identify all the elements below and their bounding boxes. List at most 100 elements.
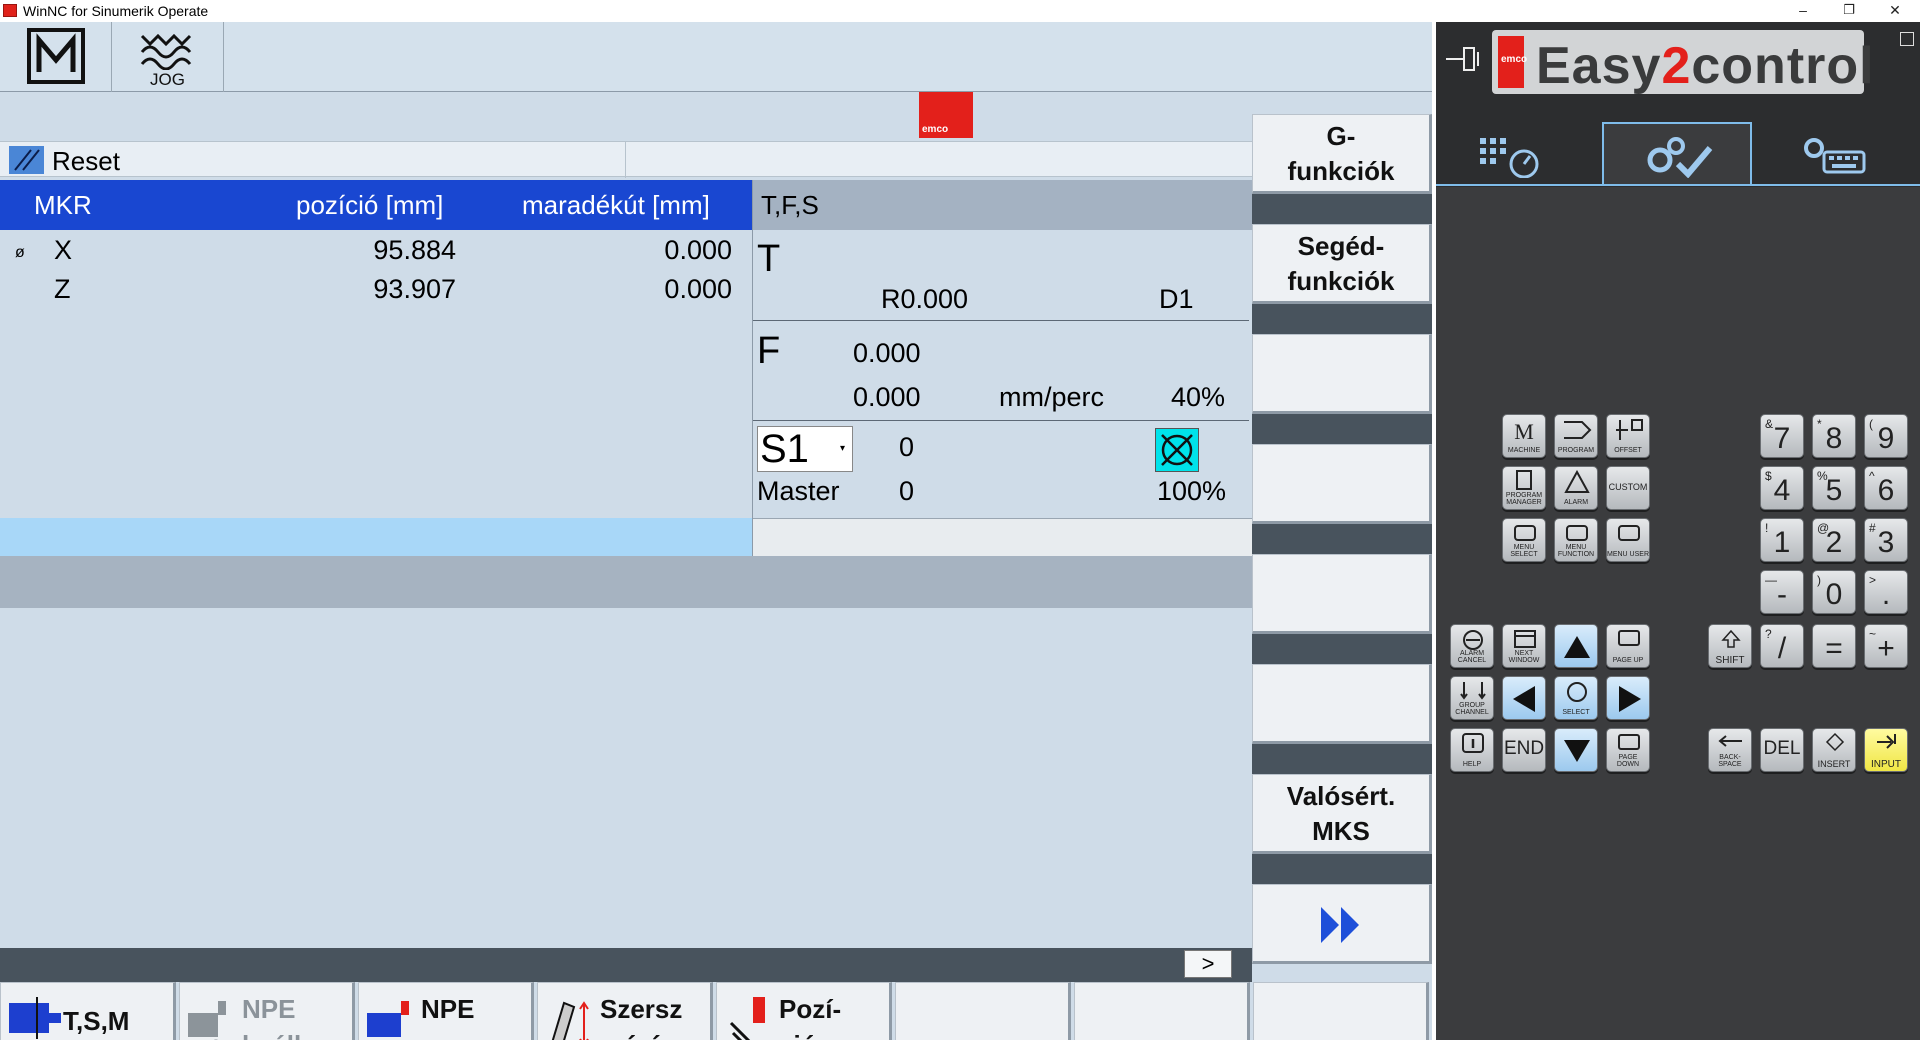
help-key[interactable]: HELP (1450, 728, 1494, 772)
alarm-key[interactable]: ALARM (1554, 466, 1598, 510)
softkey-label: funkciók (1287, 156, 1395, 186)
cursor-down-key[interactable] (1554, 728, 1598, 772)
feed-unit: mm/perc (999, 382, 1105, 412)
page-down-key[interactable]: PAGE DOWN (1606, 728, 1650, 772)
program-key[interactable]: PROGRAM (1554, 414, 1598, 458)
key-equals[interactable]: = (1812, 624, 1856, 668)
page-up-icon (1618, 630, 1640, 646)
header-position: pozíció [mm] (296, 190, 444, 220)
softkey-empty-5[interactable] (1252, 554, 1432, 634)
insert-key[interactable]: INSERT (1812, 728, 1856, 772)
key-label: PROGRAM MANAGER (1505, 492, 1543, 506)
axis-table-header: MKR pozíció [mm] maradékút [mm] (0, 180, 752, 230)
softkey-tool-measure[interactable]: Szersz mérés (537, 982, 713, 1040)
cursor-left-key[interactable] (1502, 676, 1546, 720)
channel-status-row: Reset (0, 141, 1252, 178)
softkey-label-block: NPE szersz (421, 991, 501, 1040)
alarm-cancel-icon (1463, 630, 1483, 650)
softkey-actual-values-mks[interactable]: Valósért. MKS (1252, 774, 1432, 854)
key-2[interactable]: @2 (1812, 518, 1856, 562)
softkey-label: T,S,M (63, 1006, 130, 1036)
key-label: SHIFT (1715, 655, 1745, 666)
minimize-button[interactable]: – (1780, 0, 1826, 22)
restore-button[interactable]: ❐ (1826, 0, 1872, 22)
tfs-divider (753, 420, 1249, 421)
del-key[interactable]: DEL (1760, 728, 1804, 772)
panel-restore-icon[interactable] (1900, 32, 1914, 46)
menu-function-key[interactable]: MENU FUNCTION (1554, 518, 1598, 562)
key-1[interactable]: ! 1 (1760, 518, 1804, 562)
softkey-empty-h8[interactable] (1253, 982, 1429, 1040)
key-label: DEL (1763, 738, 1801, 759)
key-7[interactable]: & 7 (1760, 414, 1804, 458)
softkey-next-vertical[interactable] (1252, 884, 1432, 964)
tab-machine-panel[interactable] (1438, 122, 1588, 186)
softkey-label-block: Szersz mérés (600, 991, 682, 1040)
offset-key[interactable]: OFFSET (1606, 414, 1650, 458)
softkey-empty-3[interactable] (1252, 334, 1432, 414)
group-channel-key[interactable]: GROUP CHANNEL (1450, 676, 1494, 720)
softkey-empty-6[interactable] (1252, 664, 1432, 744)
key-3[interactable]: #3 (1864, 518, 1908, 562)
custom-key[interactable]: CUSTOM (1606, 466, 1650, 510)
softkey-position[interactable]: Pozí-ció (716, 982, 892, 1040)
select-key[interactable]: SELECT (1554, 676, 1598, 720)
cursor-up-key[interactable] (1554, 624, 1598, 668)
key-minus[interactable]: — - (1760, 570, 1804, 614)
zero-offset-icon: 2ø (188, 1001, 229, 1040)
key-5[interactable]: % 5 (1812, 466, 1856, 510)
close-button[interactable]: ✕ (1872, 0, 1918, 22)
more-horizontal-softkeys-button[interactable]: > (1184, 950, 1232, 978)
horizontal-softkey-bar: T,S,M 2ø NPE beáll. ø NPE szersz Szersz mér… (0, 982, 1432, 1040)
key-8[interactable]: * 8 (1812, 414, 1856, 458)
backspace-key[interactable]: BACK- SPACE (1708, 728, 1752, 772)
end-key[interactable]: END (1502, 728, 1546, 772)
program-manager-key[interactable]: PROGRAM MANAGER (1502, 466, 1546, 510)
key-plus[interactable]: ~ + (1864, 624, 1908, 668)
insert-icon (1825, 732, 1845, 752)
logo-control: control (1691, 37, 1875, 95)
tab-settings-keyboard[interactable] (1766, 122, 1916, 186)
key-dot[interactable]: >. (1864, 570, 1908, 614)
softkey-g-functions[interactable]: G-funkciók (1252, 114, 1432, 194)
softkey-empty-h7[interactable] (1074, 982, 1250, 1040)
key-label: HELP (1462, 761, 1482, 768)
key-label: OFFSET (1614, 447, 1642, 454)
key-9[interactable]: (9 (1864, 414, 1908, 458)
shift-key[interactable]: SHIFT (1708, 624, 1752, 668)
application-window: WinNC for Sinumerik Operate – ❐ ✕ JOG em… (0, 0, 1920, 1040)
pin-panel-icon[interactable] (1444, 42, 1484, 76)
softkey-separator (1252, 414, 1432, 444)
softkey-empty-4[interactable] (1252, 444, 1432, 524)
menu-user-key[interactable]: MENU USER (1606, 518, 1650, 562)
tsm-icon (9, 997, 61, 1039)
axis-position-value: 95.884 (373, 235, 456, 265)
softkey-label: mérés (600, 1030, 677, 1040)
softkey-aux-functions[interactable]: Segéd-funkciók (1252, 224, 1432, 304)
softkey-label: MKS (1312, 816, 1370, 846)
header-mkr: MKR (34, 190, 92, 220)
input-key[interactable]: INPUT (1864, 728, 1908, 772)
alarm-cancel-key[interactable]: ALARM CANCEL (1450, 624, 1494, 668)
cursor-right-key[interactable] (1606, 676, 1650, 720)
menu-select-key[interactable]: MENU SELECT (1502, 518, 1546, 562)
reset-status-icon (9, 146, 44, 174)
page-up-key[interactable]: PAGE UP (1606, 624, 1650, 668)
menu-icon (1618, 525, 1640, 541)
next-window-icon (1514, 630, 1536, 648)
key-6[interactable]: ^ 6 (1864, 466, 1908, 510)
tab-control-panel[interactable] (1602, 122, 1752, 186)
softkey-zero-offset-setting[interactable]: 2ø NPE beáll. (179, 982, 355, 1040)
key-slash[interactable]: ? / (1760, 624, 1804, 668)
machine-key[interactable]: M MACHINE (1502, 414, 1546, 458)
softkey-zero-offset-tool[interactable]: ø NPE szersz (358, 982, 534, 1040)
hmi-header: JOG (0, 22, 1432, 92)
next-window-key[interactable]: NEXT WINDOW (1502, 624, 1546, 668)
softkey-empty-h6[interactable] (895, 982, 1071, 1040)
softkey-tsm[interactable]: T,S,M (0, 982, 176, 1040)
key-0[interactable]: ) 0 (1812, 570, 1856, 614)
softkey-label: funkciók (1287, 266, 1395, 296)
help-icon (1462, 733, 1484, 753)
spindle-select-dropdown[interactable]: S1 ▾ (757, 426, 853, 472)
key-4[interactable]: $4 (1760, 466, 1804, 510)
